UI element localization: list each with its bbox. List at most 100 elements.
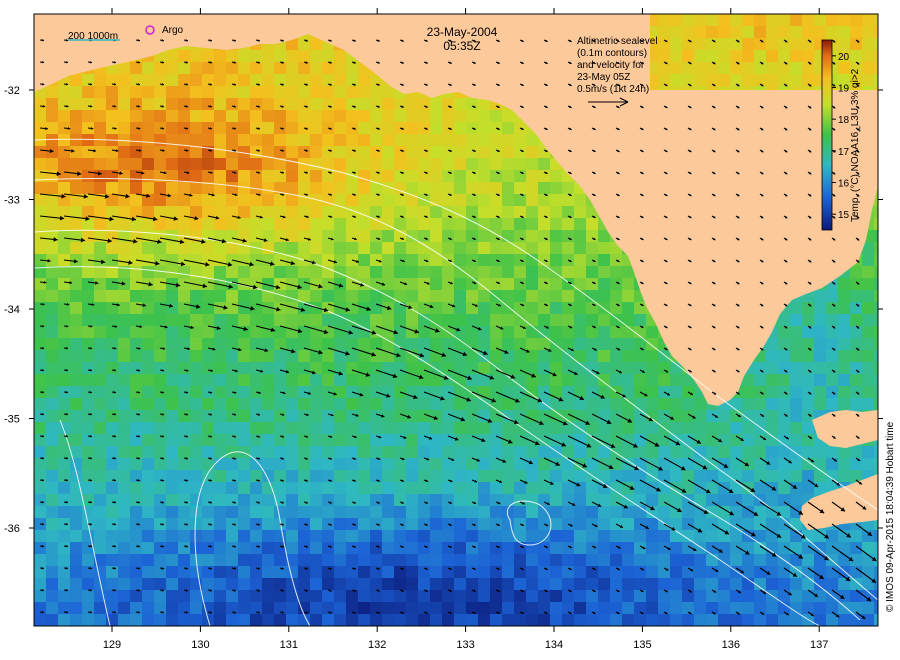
- sst-cell: [202, 326, 214, 338]
- sst-cell: [130, 146, 142, 158]
- sst-cell: [358, 266, 370, 278]
- sst-cell: [118, 542, 130, 554]
- sst-cell: [466, 242, 478, 254]
- sst-cell: [34, 194, 46, 206]
- colorbar-tick-label: 16: [838, 179, 850, 190]
- sst-cell: [190, 470, 202, 482]
- sst-cell: [586, 542, 598, 554]
- sst-cell: [94, 74, 106, 86]
- sst-cell: [94, 146, 106, 158]
- sst-cell: [394, 98, 406, 110]
- sst-cell: [514, 434, 526, 446]
- sst-cell: [490, 170, 502, 182]
- sst-cell: [562, 194, 574, 206]
- sst-cell: [286, 446, 298, 458]
- sst-cell: [106, 314, 118, 326]
- sst-cell: [550, 578, 562, 590]
- sst-cell: [478, 506, 490, 518]
- sst-cell: [526, 278, 538, 290]
- sst-cell: [262, 158, 274, 170]
- sst-cell: [298, 134, 310, 146]
- sst-cell: [298, 374, 310, 386]
- sst-cell: [214, 146, 226, 158]
- sst-cell: [790, 362, 802, 374]
- sst-cell: [166, 206, 178, 218]
- sst-cell: [286, 506, 298, 518]
- sst-cell: [58, 158, 70, 170]
- sst-cell: [238, 518, 250, 530]
- sst-cell: [514, 350, 526, 362]
- sst-cell: [46, 218, 58, 230]
- sst-cell: [874, 374, 878, 386]
- sst-cell: [874, 254, 878, 266]
- sst-cell: [634, 314, 646, 326]
- sst-cell: [766, 554, 778, 566]
- sst-cell: [610, 302, 622, 314]
- sst-cell: [526, 554, 538, 566]
- sst-cell: [754, 566, 766, 578]
- sst-cell: [190, 602, 202, 614]
- sst-cell: [322, 350, 334, 362]
- sst-cell: [454, 530, 466, 542]
- sst-cell: [226, 458, 238, 470]
- sst-cell: [226, 230, 238, 242]
- x-tick-label: 132: [368, 639, 386, 651]
- sst-cell: [58, 314, 70, 326]
- sst-cell: [610, 530, 622, 542]
- sst-cell: [610, 434, 622, 446]
- sst-cell: [370, 458, 382, 470]
- sst-cell: [730, 530, 742, 542]
- sst-cell: [526, 614, 538, 626]
- sst-cell: [862, 458, 874, 470]
- sst-cell: [454, 566, 466, 578]
- sst-cell: [106, 398, 118, 410]
- sst-cell: [286, 434, 298, 446]
- sst-cell: [106, 146, 118, 158]
- sst-cell: [94, 206, 106, 218]
- sst-cell: [250, 578, 262, 590]
- sst-cell: [238, 542, 250, 554]
- sst-cell: [322, 290, 334, 302]
- sst-cell: [814, 386, 826, 398]
- sst-cell: [874, 278, 878, 290]
- sst-cell: [226, 134, 238, 146]
- sst-cell: [430, 566, 442, 578]
- sst-cell: [106, 182, 118, 194]
- sst-cell: [178, 62, 190, 74]
- sst-cell: [262, 122, 274, 134]
- sst-cell: [850, 38, 862, 50]
- sst-cell: [574, 326, 586, 338]
- sst-cell: [70, 578, 82, 590]
- sst-cell: [250, 326, 262, 338]
- x-tick-label: 131: [280, 639, 298, 651]
- sst-cell: [70, 290, 82, 302]
- sst-cell: [226, 434, 238, 446]
- sst-cell: [178, 494, 190, 506]
- sst-cell: [634, 446, 646, 458]
- sst-cell: [418, 614, 430, 626]
- sst-cell: [382, 590, 394, 602]
- sst-cell: [34, 542, 46, 554]
- sst-cell: [70, 110, 82, 122]
- sst-cell: [274, 230, 286, 242]
- sst-cell: [334, 434, 346, 446]
- sst-cell: [34, 326, 46, 338]
- sst-cell: [370, 302, 382, 314]
- sst-cell: [214, 254, 226, 266]
- sst-cell: [790, 338, 802, 350]
- sst-cell: [670, 470, 682, 482]
- sst-cell: [706, 614, 718, 626]
- sst-cell: [850, 590, 862, 602]
- sst-cell: [694, 50, 706, 62]
- y-tick-label: -36: [4, 523, 20, 535]
- sst-cell: [682, 398, 694, 410]
- sst-cell: [490, 446, 502, 458]
- sst-cell: [622, 614, 634, 626]
- sst-cell: [658, 506, 670, 518]
- sst-cell: [418, 566, 430, 578]
- sst-cell: [418, 182, 430, 194]
- sst-cell: [490, 278, 502, 290]
- sst-cell: [94, 362, 106, 374]
- sst-cell: [358, 218, 370, 230]
- sst-cell: [406, 134, 418, 146]
